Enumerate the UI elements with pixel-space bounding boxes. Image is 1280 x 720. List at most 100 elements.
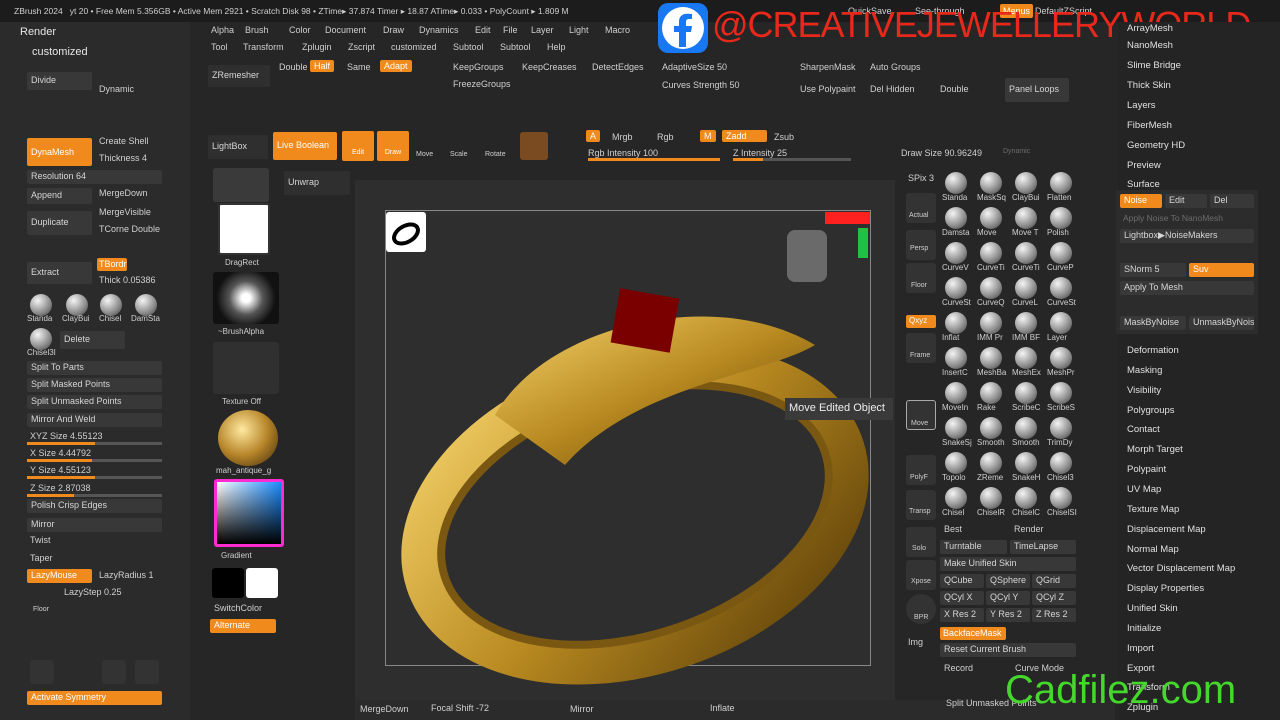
adaptive-size-slider[interactable]: AdaptiveSize 50 — [662, 62, 727, 72]
live-boolean-button[interactable]: Live Boolean — [273, 132, 337, 160]
thick-slider[interactable]: Thick 0.05386 — [99, 275, 156, 285]
menu-zscript[interactable]: Zscript — [348, 42, 375, 52]
timelapse-button[interactable]: TimeLapse — [1010, 540, 1076, 554]
use-polypaint-toggle[interactable]: Use Polypaint — [800, 84, 856, 94]
flip-v-icon[interactable] — [30, 660, 54, 684]
brush-thumbnail-icon[interactable] — [1050, 417, 1072, 439]
brush-thumbnail-icon[interactable] — [1050, 277, 1072, 299]
lazyradius-slider[interactable]: LazyRadius 1 — [99, 570, 154, 580]
claybuildup-brush-icon[interactable] — [66, 294, 88, 316]
mask-by-noise-button[interactable]: MaskByNoise — [1120, 316, 1186, 330]
qxyz-toggle[interactable]: Qxyz — [906, 315, 936, 328]
brush-thumbnail-icon[interactable] — [945, 242, 967, 264]
rotate-mode-button[interactable]: Rotate — [485, 151, 506, 158]
qsphere-button[interactable]: QSphere — [986, 574, 1030, 588]
brush-thumbnail-icon[interactable] — [1050, 452, 1072, 474]
transparency-icon[interactable] — [906, 490, 936, 520]
best-button[interactable]: Best — [944, 524, 962, 534]
unwrap-button[interactable]: Unwrap — [284, 171, 350, 195]
preview-item[interactable]: Preview — [1127, 160, 1161, 171]
brush-thumbnail-icon[interactable] — [1015, 347, 1037, 369]
menu-document[interactable]: Document — [325, 25, 366, 35]
secondary-color-swatch[interactable] — [212, 568, 244, 598]
brush-thumbnail-icon[interactable] — [980, 382, 1002, 404]
mergedown-button[interactable]: MergeDown — [99, 188, 148, 198]
floor-button[interactable]: Floor — [33, 606, 49, 613]
fibermesh-item[interactable]: FiberMesh — [1127, 120, 1172, 131]
menu-tool[interactable]: Tool — [211, 42, 228, 52]
menu-color[interactable]: Color — [289, 25, 311, 35]
brush-thumbnail-icon[interactable] — [945, 382, 967, 404]
tool-submenu-item[interactable]: UV Map — [1127, 484, 1161, 495]
alternate-toggle[interactable]: Alternate — [210, 619, 276, 633]
mergedown-bottom-button[interactable]: MergeDown — [360, 704, 409, 714]
mirror-weld-button[interactable]: Mirror And Weld — [27, 413, 162, 427]
menu-customized[interactable]: customized — [391, 42, 437, 52]
zsub-toggle[interactable]: Zsub — [774, 132, 794, 142]
z-intensity-track[interactable] — [733, 158, 851, 161]
thick-skin-item[interactable]: Thick Skin — [1127, 80, 1171, 91]
brush-thumbnail-icon[interactable] — [1015, 172, 1037, 194]
brush-thumbnail-icon[interactable] — [980, 242, 1002, 264]
slime-bridge-item[interactable]: Slime Bridge — [1127, 60, 1181, 71]
tool-submenu-item[interactable]: Visibility — [1127, 385, 1161, 396]
z-res-slider[interactable]: Z Res 2 — [1032, 608, 1076, 622]
scale-mode-button[interactable]: Scale — [450, 151, 468, 158]
brush-thumbnail-icon[interactable] — [980, 207, 1002, 229]
lightbox-button[interactable]: LightBox — [208, 135, 268, 159]
brush-thumbnail-icon[interactable] — [1050, 207, 1072, 229]
focal-shift-slider[interactable]: Focal Shift -72 — [431, 703, 489, 713]
tool-submenu-item[interactable]: Vector Displacement Map — [1127, 563, 1235, 574]
brush-thumbnail-icon[interactable] — [980, 347, 1002, 369]
qcyl-y-button[interactable]: QCyl Y — [986, 591, 1030, 605]
tool-submenu-item[interactable]: Normal Map — [1127, 544, 1179, 555]
swirl-brush-icon[interactable] — [213, 168, 269, 202]
menu-macro[interactable]: Macro — [605, 25, 630, 35]
geometry-hd-item[interactable]: Geometry HD — [1127, 140, 1185, 151]
chisel3d-brush-icon[interactable] — [30, 328, 52, 350]
create-shell-button[interactable]: Create Shell — [99, 136, 149, 146]
lazystep-slider[interactable]: LazyStep 0.25 — [64, 587, 122, 597]
tool-submenu-item[interactable]: Contact — [1127, 424, 1160, 435]
brush-thumbnail-icon[interactable] — [980, 417, 1002, 439]
qcube-button[interactable]: QCube — [940, 574, 984, 588]
move-mode-button[interactable]: Move — [416, 151, 433, 158]
brush-thumbnail-icon[interactable] — [945, 207, 967, 229]
delete-button[interactable]: Delete — [60, 331, 125, 349]
keepgroups-toggle[interactable]: KeepGroups — [453, 62, 504, 72]
draw-mode-button[interactable]: Draw — [377, 131, 409, 161]
menu-subtool[interactable]: Subtool — [453, 42, 484, 52]
texture-slot-icon[interactable] — [213, 342, 279, 394]
damstandard-brush-icon[interactable] — [135, 294, 157, 316]
dynamesh-button[interactable]: DynaMesh — [27, 138, 92, 166]
material-sphere-icon[interactable] — [520, 132, 548, 160]
rgb-intensity-track[interactable] — [588, 158, 720, 161]
brush-thumbnail-icon[interactable] — [980, 312, 1002, 334]
tool-submenu-item[interactable]: Import — [1127, 643, 1154, 654]
adapt-toggle[interactable]: Adapt — [380, 60, 412, 72]
del-hidden-button[interactable]: Del Hidden — [870, 84, 915, 94]
spix-slider[interactable]: SPix 3 — [908, 173, 934, 183]
primary-color-swatch[interactable] — [246, 568, 278, 598]
z-size-track[interactable] — [27, 494, 162, 497]
brush-thumbnail-icon[interactable] — [1015, 312, 1037, 334]
surface-item[interactable]: Surface — [1127, 179, 1160, 190]
extract-button[interactable]: Extract — [27, 262, 92, 284]
switchcolor-button[interactable]: SwitchColor — [214, 603, 262, 613]
chisel-brush-icon[interactable] — [100, 294, 122, 316]
split-to-parts-button[interactable]: Split To Parts — [27, 361, 162, 375]
suv-toggle[interactable]: Suv — [1189, 263, 1254, 277]
menu-help[interactable]: Help — [547, 42, 566, 52]
ring-model[interactable] — [385, 265, 871, 695]
img-button[interactable]: Img — [908, 637, 923, 647]
menu-layer[interactable]: Layer — [531, 25, 554, 35]
tborder-toggle[interactable]: TBordr — [97, 258, 127, 271]
make-unified-skin-button[interactable]: Make Unified Skin — [940, 557, 1076, 571]
brush-thumbnail-icon[interactable] — [1015, 382, 1037, 404]
apply-noise-nanomesh-button[interactable]: Apply Noise To NanoMesh — [1123, 213, 1223, 223]
brush-thumbnail-icon[interactable] — [980, 172, 1002, 194]
tool-submenu-item[interactable]: Deformation — [1127, 345, 1179, 356]
brush-thumbnail-icon[interactable] — [1050, 172, 1072, 194]
m-toggle[interactable]: M — [700, 130, 716, 142]
mirror-bottom-button[interactable]: Mirror — [570, 704, 594, 714]
